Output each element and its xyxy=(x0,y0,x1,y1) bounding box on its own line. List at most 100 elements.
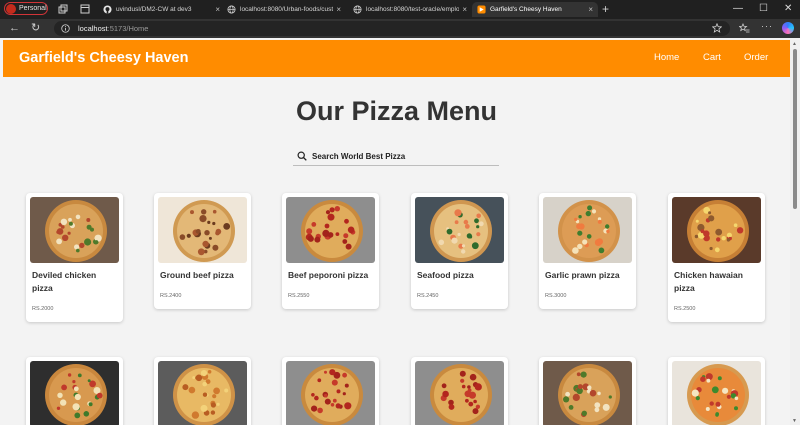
pizza-photo xyxy=(543,361,632,425)
url-path: :5173/Home xyxy=(107,24,149,33)
profile-label: Personal xyxy=(19,5,47,12)
pizza-card[interactable] xyxy=(539,357,636,425)
pizza-card[interactable] xyxy=(26,357,123,425)
browser-tab-active[interactable]: Garfield's Cheesy Haven × xyxy=(472,2,598,17)
page-scrollbar[interactable]: ▲ ▼ xyxy=(790,40,800,425)
nav-cart-link[interactable]: Cart xyxy=(703,52,721,63)
tab-actions-icon[interactable] xyxy=(80,4,90,14)
pizza-price: RS.2450 xyxy=(417,293,439,299)
site-brand[interactable]: Garfield's Cheesy Haven xyxy=(19,50,188,66)
favorites-icon[interactable] xyxy=(739,23,750,34)
pizza-image xyxy=(286,361,375,425)
globe-icon xyxy=(227,5,236,14)
web-page: Garfield's Cheesy Haven Home Cart Order … xyxy=(3,40,790,425)
pizza-price: RS.2550 xyxy=(288,293,310,299)
pizza-photo xyxy=(543,197,632,263)
pizza-photo xyxy=(286,197,375,263)
pizza-image xyxy=(672,361,761,425)
back-button[interactable]: ← xyxy=(9,22,20,35)
copilot-icon[interactable] xyxy=(782,22,794,34)
pizza-photo xyxy=(286,361,375,425)
pizza-photo xyxy=(30,197,119,263)
pizza-name: Chicken hawaian pizza xyxy=(674,270,743,293)
close-icon[interactable]: × xyxy=(336,5,341,14)
tab-title: localhost:8080/Urban-foods/cust xyxy=(240,6,334,13)
github-icon xyxy=(103,5,112,14)
pizza-card[interactable]: Ground beef pizza RS.2400 xyxy=(154,193,251,309)
pizza-photo xyxy=(158,197,247,263)
pizza-name: Garlic prawn pizza xyxy=(545,270,620,280)
pizza-image xyxy=(286,197,375,263)
pizza-image xyxy=(30,361,119,425)
address-toolbar: ← ↻ localhost:5173/Home ··· xyxy=(0,19,800,38)
scroll-down-arrow[interactable]: ▼ xyxy=(792,418,797,424)
pizza-card[interactable] xyxy=(411,357,508,425)
page-title: Our Pizza Menu xyxy=(295,96,498,126)
pizza-name: Deviled chicken pizza xyxy=(32,270,97,293)
tab-title: localhost:8080/test-oracle/emplo xyxy=(366,6,460,13)
browser-tab-urban-foods[interactable]: localhost:8080/Urban-foods/cust × xyxy=(222,2,346,17)
search-input[interactable] xyxy=(312,151,492,161)
pizza-card[interactable] xyxy=(154,357,251,425)
site-header: Garfield's Cheesy Haven Home Cart Order xyxy=(3,40,790,77)
scroll-up-arrow[interactable]: ▲ xyxy=(792,41,797,47)
browser-tab-bar: Personal uvindusl/DM2-CW at dev3 × local… xyxy=(0,0,800,19)
url-host: localhost xyxy=(78,24,108,33)
pizza-card[interactable]: Beef peporoni pizza RS.2550 xyxy=(282,193,379,309)
pizza-photo xyxy=(415,361,504,425)
nav-home-link[interactable]: Home xyxy=(654,52,679,63)
address-bar[interactable]: localhost:5173/Home xyxy=(54,21,730,36)
tab-title: Garfield's Cheesy Haven xyxy=(490,6,562,13)
pizza-image xyxy=(30,197,119,263)
pizza-photo xyxy=(415,197,504,263)
pizza-photo xyxy=(30,361,119,425)
url-text: localhost:5173/Home xyxy=(78,24,148,33)
pizza-card[interactable]: Garlic prawn pizza RS.3000 xyxy=(539,193,636,309)
pizza-photo xyxy=(672,361,761,425)
refresh-button[interactable]: ↻ xyxy=(31,22,40,35)
pizza-price: RS.2400 xyxy=(160,293,182,299)
pizza-name: Beef peporoni pizza xyxy=(288,270,369,280)
favorite-star-icon[interactable] xyxy=(712,23,722,33)
pizza-image xyxy=(415,197,504,263)
pizza-image xyxy=(158,361,247,425)
search-box[interactable] xyxy=(293,147,499,166)
pizza-image xyxy=(672,197,761,263)
site-favicon xyxy=(477,5,486,14)
tab-title: uvindusl/DM2-CW at dev3 xyxy=(116,6,192,13)
close-icon[interactable]: × xyxy=(462,5,467,14)
browser-tab-test-oracle[interactable]: localhost:8080/test-oracle/emplo × xyxy=(348,2,472,17)
pizza-image xyxy=(543,197,632,263)
pizza-card[interactable]: Chicken hawaian pizza RS.2500 xyxy=(668,193,765,322)
profile-button[interactable]: Personal xyxy=(4,2,48,15)
globe-icon xyxy=(353,5,362,14)
close-icon[interactable]: × xyxy=(215,5,220,14)
pizza-photo xyxy=(672,197,761,263)
new-tab-button[interactable]: + xyxy=(602,2,609,16)
pizza-card[interactable]: Deviled chicken pizza RS.2000 xyxy=(26,193,123,322)
pizza-card[interactable] xyxy=(282,357,379,425)
maximize-button[interactable]: ☐ xyxy=(759,2,768,16)
pizza-card[interactable] xyxy=(668,357,765,425)
scrollbar-thumb[interactable] xyxy=(793,49,797,209)
pizza-image xyxy=(415,361,504,425)
pizza-name: Ground beef pizza xyxy=(160,270,234,280)
pizza-price: RS.3000 xyxy=(545,293,567,299)
pizza-name: Seafood pizza xyxy=(417,270,474,280)
pizza-price: RS.2500 xyxy=(674,306,696,312)
nav-order-link[interactable]: Order xyxy=(744,52,768,63)
more-menu-button[interactable]: ··· xyxy=(761,21,773,31)
pizza-card[interactable]: Seafood pizza RS.2450 xyxy=(411,193,508,309)
browser-tab-github[interactable]: uvindusl/DM2-CW at dev3 × xyxy=(98,2,225,17)
pizza-photo xyxy=(158,361,247,425)
search-icon xyxy=(297,151,307,161)
workspaces-icon[interactable] xyxy=(58,4,68,14)
profile-avatar xyxy=(6,3,16,14)
window-close-button[interactable]: ✕ xyxy=(784,2,792,16)
minimize-button[interactable]: — xyxy=(733,2,743,16)
site-info-icon[interactable] xyxy=(61,24,70,33)
pizza-image xyxy=(158,197,247,263)
pizza-price: RS.2000 xyxy=(32,306,54,312)
pizza-image xyxy=(543,361,632,425)
close-icon[interactable]: × xyxy=(588,5,593,14)
